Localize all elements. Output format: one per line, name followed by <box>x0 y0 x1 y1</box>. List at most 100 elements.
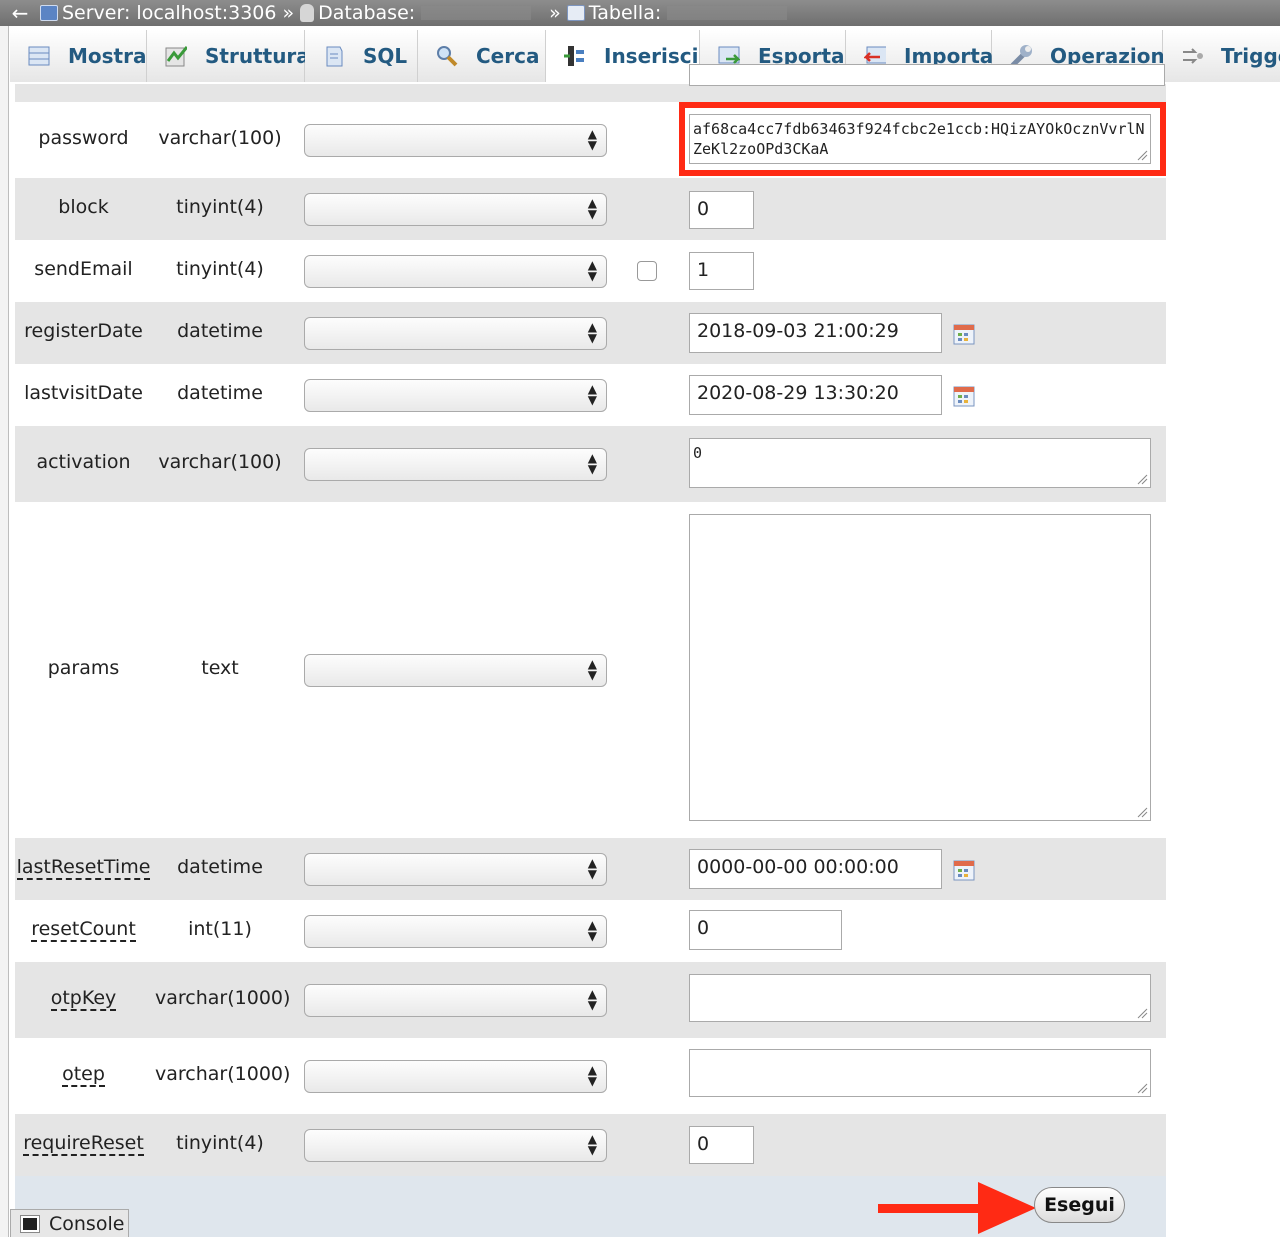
value-input[interactable]: 0 <box>689 191 754 229</box>
select-arrows-icon: ▲ ▼ <box>587 196 597 221</box>
table-icon <box>566 5 585 21</box>
field-type: tinyint(4) <box>176 196 264 218</box>
value-input[interactable]: 1 <box>689 252 754 290</box>
value-input[interactable]: 0 <box>689 1126 754 1164</box>
left-window-edge <box>0 26 9 1237</box>
resize-grip-icon[interactable] <box>1136 1082 1148 1094</box>
breadcrumb-database[interactable]: Database: <box>300 2 532 24</box>
resize-grip-icon[interactable] <box>1136 1007 1148 1019</box>
select-arrows-icon: ▲ ▼ <box>587 127 597 152</box>
field-row-lastResetTime: lastResetTime datetime ▲ ▼ 0000-00-00 00:00:… <box>15 838 1166 900</box>
value-input[interactable]: 2020-08-29 13:30:20 <box>689 375 942 415</box>
breadcrumb: ← Server: localhost:3306 » Database: » T… <box>0 0 1280 26</box>
tab-sql[interactable]: SQL <box>305 30 418 82</box>
field-row-registerDate: registerDate datetime ▲ ▼ 2018-09-03 21:00:2… <box>15 302 1166 364</box>
field-name: params <box>47 657 120 679</box>
field-row-resetCount: resetCount int(11) ▲ ▼ 0 <box>15 900 1166 962</box>
field-name: resetCount <box>31 918 136 942</box>
select-arrows-icon: ▲ ▼ <box>587 382 597 407</box>
value-input[interactable]: 0 <box>689 910 842 950</box>
function-select[interactable]: ▲ ▼ <box>304 124 607 157</box>
field-name: registerDate <box>24 320 143 342</box>
value-textarea[interactable] <box>689 974 1151 1022</box>
field-row-otpKey: otpKey varchar(1000) ▲ ▼ <box>15 962 1166 1038</box>
console-toggle[interactable]: Console <box>10 1209 129 1237</box>
tab-trigger[interactable]: Trigge <box>1163 30 1280 82</box>
field-row-lastvisitDate: lastvisitDate datetime ▲ ▼ 2020-08-29 13:30:… <box>15 364 1166 426</box>
triggers-icon <box>1181 45 1203 67</box>
field-name: lastvisitDate <box>24 382 143 404</box>
field-row-params: params text ▲ ▼ <box>15 502 1166 838</box>
select-arrows-icon: ▲ ▼ <box>587 320 597 345</box>
tab-inserisci[interactable]: Inserisci <box>546 30 700 83</box>
highlight-box <box>679 102 1166 176</box>
field-type: varchar(1000) <box>155 1063 291 1085</box>
resize-grip-icon[interactable] <box>1136 473 1148 485</box>
structure-icon <box>165 45 187 67</box>
tab-cerca[interactable]: Cerca <box>418 30 546 82</box>
field-name: password <box>38 127 129 149</box>
field-row-activation: activation varchar(100) ▲ ▼ 0 <box>15 426 1166 502</box>
redacted-table-name <box>667 6 788 20</box>
function-select[interactable]: ▲ ▼ <box>304 255 607 288</box>
select-arrows-icon: ▲ ▼ <box>587 856 597 881</box>
field-type: varchar(100) <box>158 451 282 473</box>
value-input[interactable]: 2018-09-03 21:00:29 <box>689 313 942 353</box>
search-icon <box>436 45 458 67</box>
field-type: datetime <box>177 856 263 878</box>
select-arrows-icon: ▲ ▼ <box>587 918 597 943</box>
select-arrows-icon: ▲ ▼ <box>587 258 597 283</box>
red-arrow-icon <box>878 1182 1036 1234</box>
esegui-button[interactable]: Esegui <box>1034 1187 1125 1223</box>
function-select[interactable]: ▲ ▼ <box>304 1060 607 1093</box>
field-name: otpKey <box>50 987 117 1011</box>
value-input[interactable]: 0000-00-00 00:00:00 <box>689 849 942 889</box>
field-row-otep: otep varchar(1000) ▲ ▼ <box>15 1038 1166 1114</box>
select-arrows-icon: ▲ ▼ <box>587 987 597 1012</box>
field-name: otep <box>62 1063 105 1087</box>
field-type: varchar(1000) <box>155 987 291 1009</box>
browse-icon <box>28 45 50 67</box>
database-icon <box>300 4 315 22</box>
field-type: tinyint(4) <box>176 258 264 280</box>
field-type: datetime <box>177 320 263 342</box>
field-type: varchar(100) <box>158 127 282 149</box>
function-select[interactable]: ▲ ▼ <box>304 193 607 226</box>
calendar-icon[interactable] <box>953 323 975 345</box>
value-textarea[interactable] <box>689 1049 1151 1097</box>
breadcrumb-server[interactable]: Server: localhost:3306 <box>40 2 276 24</box>
field-row-requireReset: requireReset tinyint(4) ▲ ▼ 0 <box>15 1114 1166 1176</box>
field-row-sendEmail: sendEmail tinyint(4) ▲ ▼ 1 <box>15 240 1166 302</box>
null-checkbox[interactable] <box>637 261 657 281</box>
back-arrow-icon[interactable]: ← <box>0 1 40 25</box>
field-name: sendEmail <box>34 258 133 280</box>
resize-grip-icon[interactable] <box>1136 806 1148 818</box>
field-name: activation <box>36 451 131 473</box>
field-type: datetime <box>177 382 263 404</box>
function-select[interactable]: ▲ ▼ <box>304 984 607 1017</box>
tab-struttura[interactable]: Struttura <box>147 30 310 82</box>
insert-icon <box>564 45 586 67</box>
field-type: int(11) <box>188 918 252 940</box>
function-select[interactable]: ▲ ▼ <box>304 1129 607 1162</box>
value-textarea[interactable] <box>689 514 1151 821</box>
previous-row-fragment <box>15 64 1166 102</box>
function-select[interactable]: ▲ ▼ <box>304 915 607 948</box>
field-name: block <box>58 196 109 218</box>
field-type: text <box>201 657 239 679</box>
field-type: tinyint(4) <box>176 1132 264 1154</box>
function-select[interactable]: ▲ ▼ <box>304 853 607 886</box>
field-row-block: block tinyint(4) ▲ ▼ 0 <box>15 178 1166 240</box>
select-arrows-icon: ▲ ▼ <box>587 1063 597 1088</box>
function-select[interactable]: ▲ ▼ <box>304 654 607 687</box>
function-select[interactable]: ▲ ▼ <box>304 317 607 350</box>
calendar-icon[interactable] <box>953 385 975 407</box>
calendar-icon[interactable] <box>953 859 975 881</box>
function-select[interactable]: ▲ ▼ <box>304 379 607 412</box>
value-textarea[interactable]: 0 <box>689 438 1151 488</box>
tab-mostra[interactable]: Mostra <box>10 30 147 82</box>
function-select[interactable]: ▲ ▼ <box>304 448 607 481</box>
previous-field-input[interactable] <box>689 64 1165 86</box>
breadcrumb-table[interactable]: Tabella: <box>566 2 788 24</box>
field-name: requireReset <box>23 1132 144 1156</box>
